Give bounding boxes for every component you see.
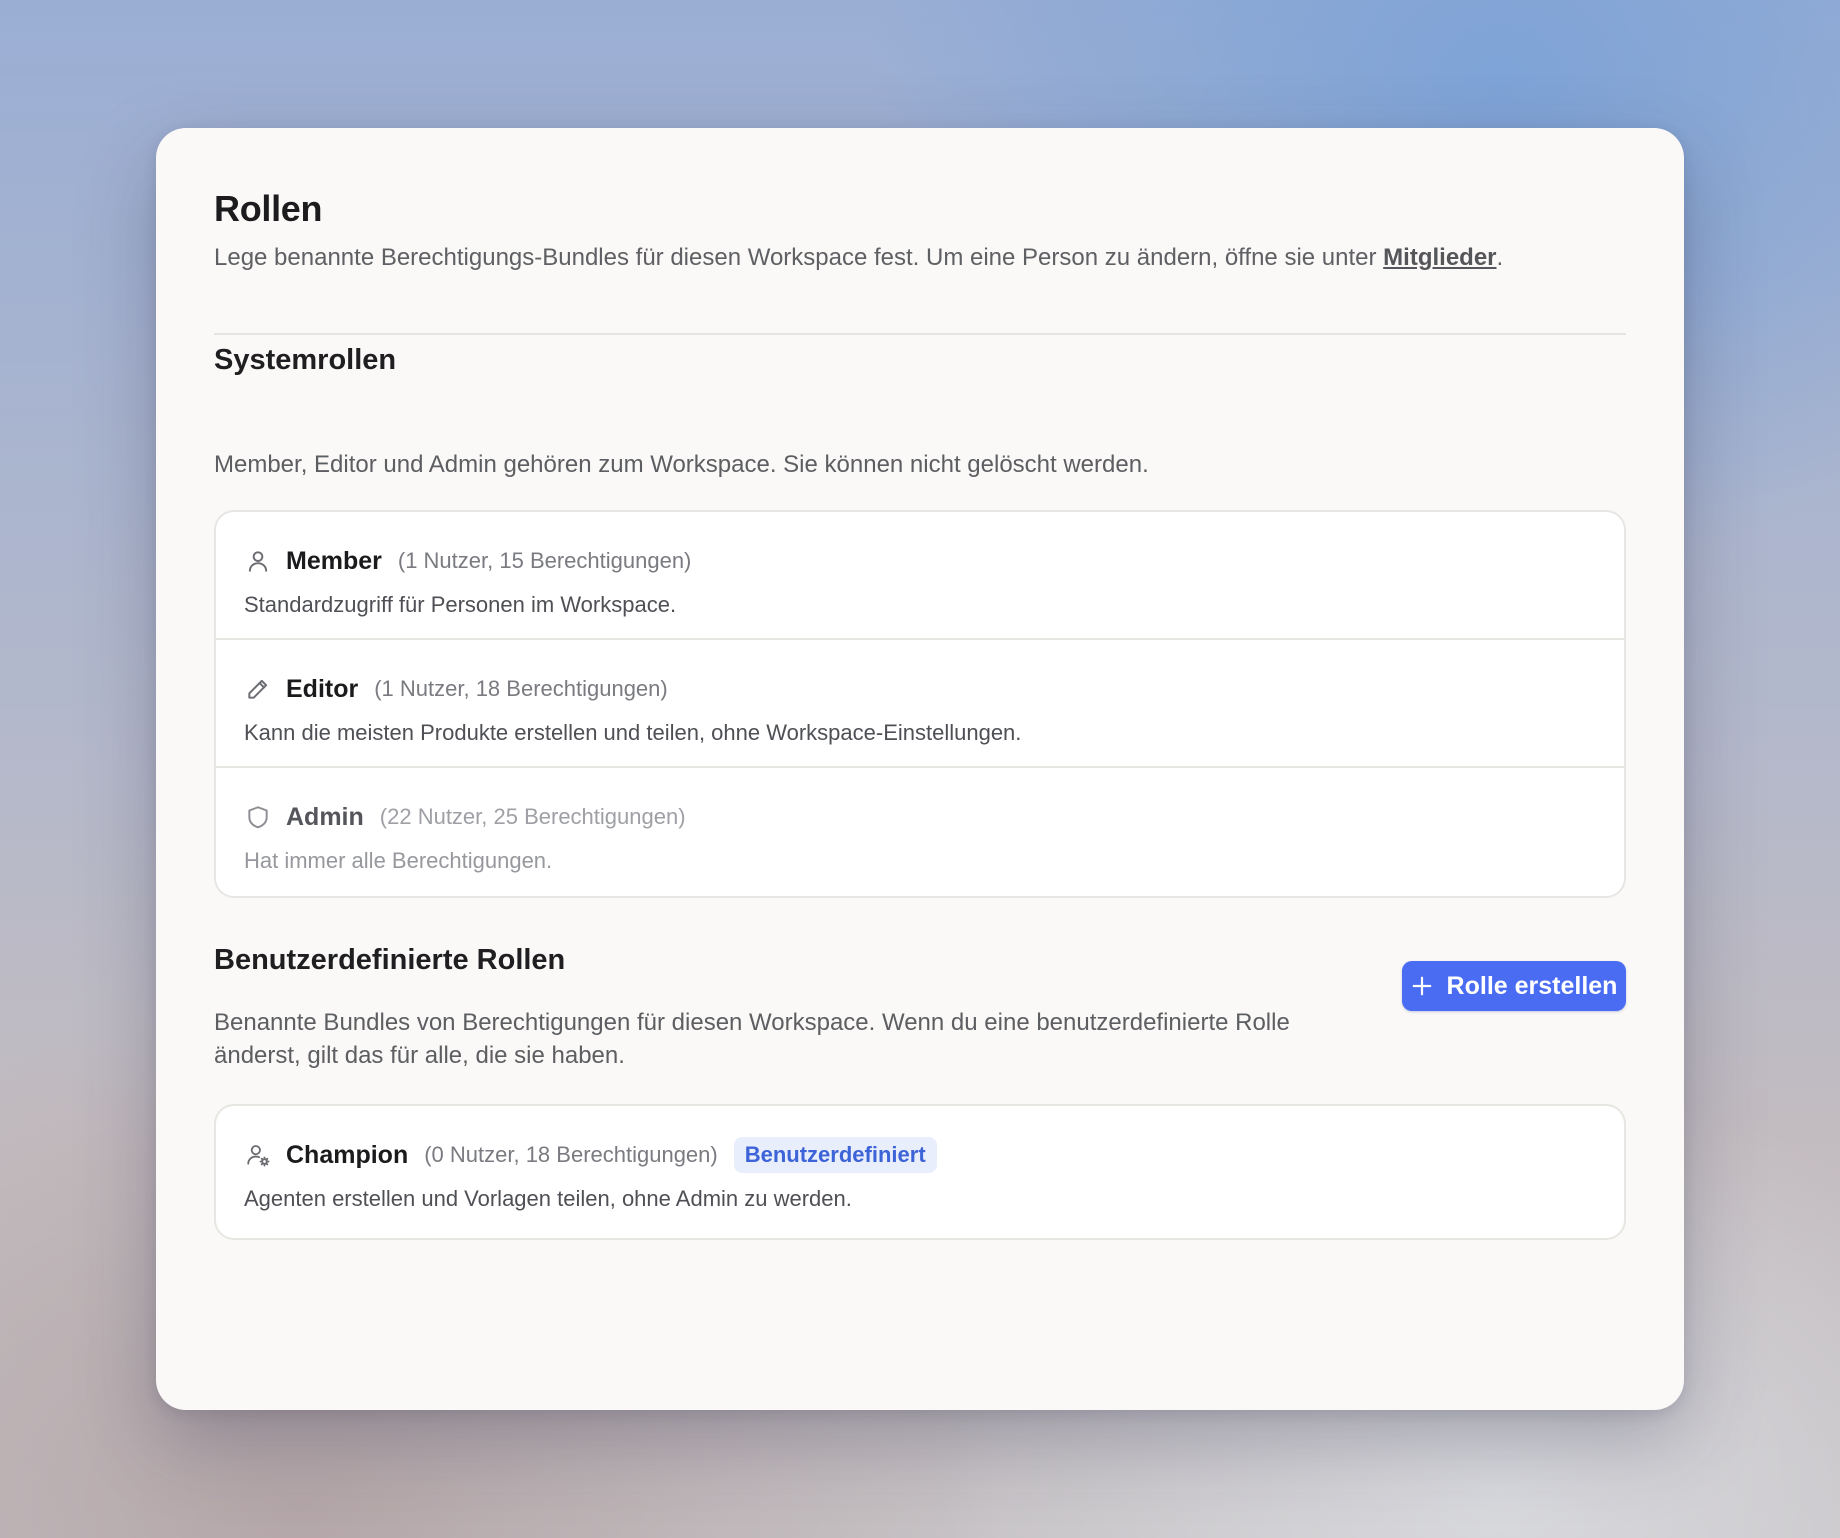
- role-row-champion[interactable]: Champion (0 Nutzer, 18 Berechtigungen) B…: [216, 1106, 1624, 1238]
- system-roles-list: Member (1 Nutzer, 15 Berechtigungen) Sta…: [214, 510, 1626, 898]
- custom-roles-description-line1: Benannte Bundles von Berechtigungen für …: [214, 1009, 1290, 1036]
- user-icon: [244, 547, 272, 575]
- role-description: Kann die meisten Produkte erstellen und …: [244, 720, 1022, 745]
- role-row-admin[interactable]: Admin (22 Nutzer, 25 Berechtigungen) Hat…: [216, 768, 1624, 896]
- role-description: Standardzugriff für Personen im Workspac…: [244, 592, 677, 617]
- header-divider: [214, 333, 1626, 335]
- role-meta: (1 Nutzer, 15 Berechtigungen): [397, 548, 692, 573]
- role-row-member[interactable]: Member (1 Nutzer, 15 Berechtigungen) Sta…: [216, 512, 1624, 640]
- role-meta: (22 Nutzer, 25 Berechtigungen): [379, 804, 686, 829]
- members-link[interactable]: Mitglieder: [1383, 244, 1496, 271]
- page-subtitle-end: .: [1496, 244, 1504, 271]
- create-role-button[interactable]: Rolle erstellen: [1402, 961, 1626, 1011]
- page-subtitle-text: Lege benannte Berechtigungs-Bundles für …: [214, 244, 1384, 271]
- role-row-editor[interactable]: Editor (1 Nutzer, 18 Berechtigungen) Kan…: [216, 640, 1624, 768]
- create-role-label: Rolle erstellen: [1446, 971, 1618, 1000]
- role-name: Member: [286, 546, 382, 575]
- role-meta: (0 Nutzer, 18 Berechtigungen): [424, 1142, 718, 1167]
- page-subtitle: Lege benannte Berechtigungs-Bundles für …: [214, 244, 1503, 272]
- page-title: Rollen: [214, 188, 323, 229]
- custom-role-badge: Benutzerdefiniert: [733, 1137, 937, 1173]
- plus-icon: [1412, 976, 1431, 996]
- role-name: Admin: [286, 802, 364, 831]
- custom-roles-list: Champion (0 Nutzer, 18 Berechtigungen) B…: [214, 1104, 1626, 1240]
- custom-roles-description: Benannte Bundles von Berechtigungen für …: [214, 1006, 1290, 1072]
- role-description: Agenten erstellen und Vorlagen teilen, o…: [244, 1186, 852, 1211]
- shield-icon: [244, 803, 272, 831]
- custom-roles-description-line2: änderst, gilt das für alle, die sie habe…: [214, 1042, 625, 1069]
- role-name: Champion: [286, 1140, 409, 1169]
- user-gear-icon: [244, 1141, 272, 1169]
- roles-settings-card: Rollen Lege benannte Berechtigungs-Bundl…: [156, 128, 1684, 1410]
- system-roles-title: Systemrollen: [214, 344, 397, 376]
- role-meta: (1 Nutzer, 18 Berechtigungen): [374, 676, 668, 701]
- role-name: Editor: [286, 674, 359, 703]
- custom-roles-title: Benutzerdefinierte Rollen: [214, 944, 566, 976]
- role-description: Hat immer alle Berechtigungen.: [244, 848, 553, 873]
- system-roles-description: Member, Editor und Admin gehören zum Wor…: [214, 451, 1149, 478]
- pencil-icon: [244, 675, 272, 703]
